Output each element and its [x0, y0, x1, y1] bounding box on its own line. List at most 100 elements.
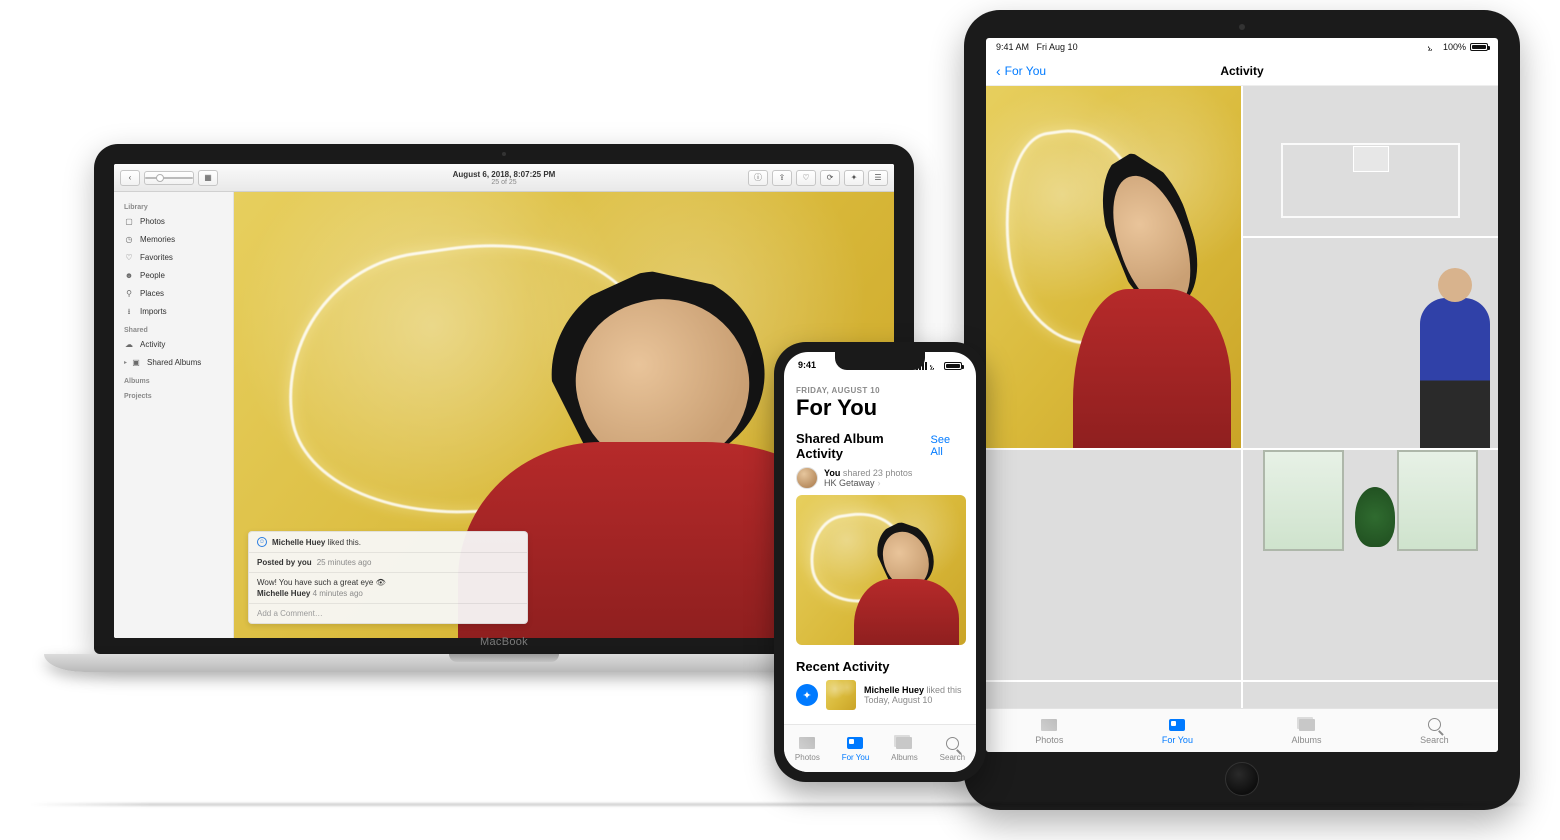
ipad-tab-bar: Photos For You Albums Search	[986, 708, 1498, 752]
recent-activity-item[interactable]: ✦ Michelle Huey liked this Today, August…	[796, 680, 964, 710]
nav-back-button[interactable]: ‹ For You	[996, 64, 1046, 78]
tab-photos[interactable]: Photos	[1035, 717, 1063, 745]
posted-by-row: Posted by you 25 minutes ago	[249, 552, 527, 572]
sidebar-item-label: Memories	[140, 233, 175, 247]
iphone-notch	[835, 352, 925, 370]
iphone-tab-bar: Photos For You Albums Search	[784, 724, 976, 772]
back-button[interactable]: ‹	[120, 170, 140, 186]
sidebar-header-albums: Albums	[114, 372, 233, 387]
ipad-home-button[interactable]	[1225, 762, 1259, 796]
status-date: Fri Aug 10	[1037, 42, 1078, 52]
sidebar-item-photos[interactable]: ▢Photos	[114, 213, 233, 231]
tab-albums[interactable]: Albums	[891, 735, 918, 762]
tab-label: Search	[1420, 735, 1449, 745]
search-icon	[1428, 718, 1441, 731]
sidebar-item-label: Places	[140, 287, 164, 301]
search-icon	[946, 737, 959, 750]
sidebar-item-label: People	[140, 269, 165, 283]
ipad-nav-bar: ‹ For You Activity	[986, 56, 1498, 86]
zoom-slider[interactable]	[144, 171, 194, 185]
activity-photo-cafe[interactable]	[1243, 450, 1498, 680]
rotate-button[interactable]: ⟳	[820, 170, 840, 186]
album-icon: ▣	[131, 356, 141, 370]
shared-album-cover[interactable]	[796, 495, 966, 645]
tab-search[interactable]: Search	[940, 735, 965, 762]
ipad-device: 9:41 AM Fri Aug 10 100% ‹ For You Activi…	[964, 10, 1520, 810]
info-icon: ⓘ	[754, 172, 762, 183]
shared-album-item[interactable]: You shared 23 photos HK Getaway ›	[796, 467, 964, 489]
for-you-icon	[847, 737, 863, 749]
activity-photo-strip[interactable]	[1243, 682, 1498, 708]
like-badge-icon: ✦	[796, 684, 818, 706]
sidebar-item-shared-albums[interactable]: ▣ Shared Albums	[114, 354, 233, 372]
sidebar-item-imports[interactable]: ⭳Imports	[114, 303, 233, 321]
activity-photo-court[interactable]	[1243, 86, 1498, 236]
activity-photo-hero[interactable]	[986, 86, 1241, 448]
iphone-for-you-content[interactable]: FRIDAY, AUGUST 10 For You Shared Album A…	[784, 372, 976, 724]
ipad-camera-icon	[1239, 24, 1245, 30]
share-album-name: HK Getaway	[824, 478, 875, 488]
nav-back-label: For You	[1005, 64, 1046, 78]
photos-mac-toolbar: ‹ ▦ August 6, 2018, 8:07:25 PM 25 of 25 …	[114, 164, 894, 192]
tab-photos[interactable]: Photos	[795, 735, 820, 762]
chevron-right-icon: ›	[878, 478, 881, 488]
battery-icon	[1470, 43, 1488, 51]
activity-suffix: liked this	[924, 685, 962, 695]
sidebar-item-label: Favorites	[140, 251, 173, 265]
activity-when: Today, August 10	[864, 695, 962, 705]
see-all-link[interactable]: See All	[931, 434, 964, 458]
comment-row: Wow! You have such a great eye 👁 Michell…	[249, 572, 527, 603]
battery-icon	[944, 362, 962, 370]
wand-icon: ✦	[851, 173, 858, 182]
mac-sidebar: Library ▢Photos ◷Memories ♡Favorites ☻Pe…	[114, 192, 234, 638]
heart-icon: ♡	[802, 173, 809, 182]
sidebar-item-favorites[interactable]: ♡Favorites	[114, 249, 233, 267]
albums-icon	[1299, 719, 1315, 731]
photos-icon: ▢	[124, 215, 134, 229]
sidebar-item-people[interactable]: ☻ People	[114, 267, 233, 285]
tab-search[interactable]: Search	[1420, 717, 1449, 745]
share-button[interactable]: ⇪	[772, 170, 792, 186]
zoom-grid-button[interactable]: ▦	[198, 170, 218, 186]
nav-title: Activity	[1220, 64, 1263, 78]
edit-grid-button[interactable]: ☰	[868, 170, 888, 186]
sliders-icon: ☰	[874, 173, 881, 182]
activity-photo-strip[interactable]	[986, 682, 1241, 708]
facetime-camera-icon	[502, 152, 506, 156]
ipad-screen: 9:41 AM Fri Aug 10 100% ‹ For You Activi…	[986, 38, 1498, 752]
sidebar-item-memories[interactable]: ◷Memories	[114, 231, 233, 249]
status-time: 9:41	[798, 360, 816, 370]
chevron-left-icon: ‹	[129, 173, 132, 182]
sidebar-item-label: Shared Albums	[147, 356, 201, 370]
sidebar-item-label: Activity	[140, 338, 165, 352]
ipad-activity-grid[interactable]	[986, 86, 1498, 708]
posted-by-time: 25 minutes ago	[317, 558, 372, 567]
comment-card: ☺ Michelle Huey liked this. Posted by yo…	[248, 531, 528, 624]
tab-label: Photos	[1035, 735, 1063, 745]
sidebar-item-label: Imports	[140, 305, 167, 319]
auto-enhance-button[interactable]: ✦	[844, 170, 864, 186]
share-author: You	[824, 468, 840, 478]
person-icon: ☻	[124, 269, 134, 283]
favorite-button[interactable]: ♡	[796, 170, 816, 186]
activity-photo-fruit[interactable]	[986, 450, 1241, 680]
add-comment-input[interactable]: Add a Comment…	[249, 603, 527, 623]
status-battery-pct: 100%	[1443, 42, 1466, 52]
photos-icon	[1041, 719, 1057, 731]
sidebar-item-activity[interactable]: ☁Activity	[114, 336, 233, 354]
wifi-icon	[930, 362, 941, 370]
info-button[interactable]: ⓘ	[748, 170, 768, 186]
albums-icon	[896, 737, 912, 749]
activity-photo-night[interactable]	[1243, 238, 1498, 448]
posted-by-label: Posted by you	[257, 558, 312, 567]
rotate-icon: ⟳	[827, 173, 834, 182]
tab-albums[interactable]: Albums	[1292, 717, 1322, 745]
tab-for-you[interactable]: For You	[1162, 717, 1193, 745]
liked-suffix: liked this.	[325, 538, 361, 547]
sidebar-header-projects: Projects	[114, 387, 233, 402]
sidebar-item-places[interactable]: ⚲Places	[114, 285, 233, 303]
wifi-icon	[1428, 43, 1439, 51]
like-icon: ☺	[257, 537, 267, 547]
share-suffix: shared 23 photos	[840, 468, 912, 478]
tab-for-you[interactable]: For You	[842, 735, 870, 762]
